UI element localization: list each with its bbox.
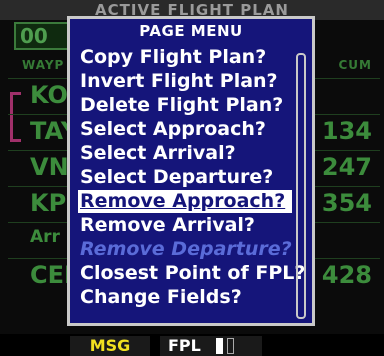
fpl-waypoint: Arr	[30, 227, 60, 247]
menu-item-closest-point[interactable]: Closest Point of FPL?	[78, 262, 305, 285]
menu-item-select-arrival[interactable]: Select Arrival?	[78, 142, 292, 165]
menu-title: PAGE MENU	[139, 22, 243, 40]
fpl-cum: 247	[321, 153, 372, 181]
msg-annunciator: MSG	[70, 336, 150, 356]
page-menu: PAGE MENU Copy Flight Plan? Invert Fligh…	[67, 16, 315, 326]
fpl-cum: 354	[321, 189, 372, 217]
menu-item-change-fields[interactable]: Change Fields?	[78, 286, 292, 309]
fpl-cum: 428	[321, 261, 372, 289]
menu-scrollbar[interactable]	[296, 53, 306, 319]
page-indicator: FPL	[160, 336, 262, 356]
menu-item-delete-flight-plan[interactable]: Delete Flight Plan?	[78, 94, 292, 117]
menu-item-remove-arrival[interactable]: Remove Arrival?	[78, 214, 292, 237]
fpl-cum: 134	[321, 117, 372, 145]
menu-item-remove-approach[interactable]: Remove Approach?	[78, 190, 292, 213]
cum-column-header: CUM	[338, 58, 372, 72]
menu-item-copy-flight-plan[interactable]: Copy Flight Plan?	[78, 46, 292, 69]
gps-screen: ACTIVE FLIGHT PLAN 00 WAYP CUM KOF TAY 1…	[0, 0, 384, 356]
menu-item-select-departure[interactable]: Select Departure?	[78, 166, 292, 189]
menu-item-remove-departure[interactable]: Remove Departure?	[78, 238, 292, 261]
page-position-empty-icon	[227, 338, 234, 354]
menu-item-select-approach[interactable]: Select Approach?	[78, 118, 292, 141]
page-position-filled-icon	[216, 338, 223, 354]
menu-item-invert-flight-plan[interactable]: Invert Flight Plan?	[78, 70, 292, 93]
waypoint-column-header: WAYP	[22, 58, 65, 72]
